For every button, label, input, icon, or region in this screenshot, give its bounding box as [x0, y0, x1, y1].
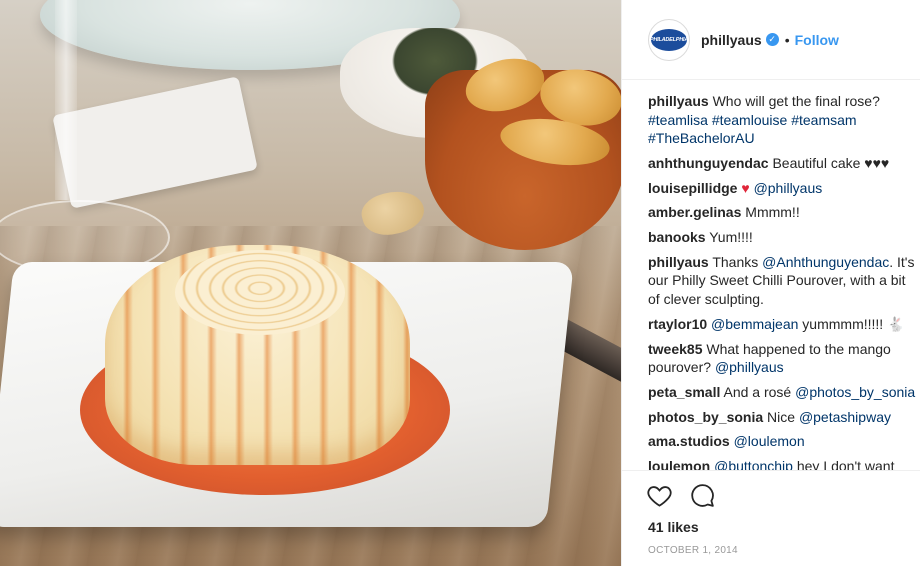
comment: louisepillidge ♥ @phillyaus [648, 179, 918, 198]
comment-mention[interactable]: @loulemon [734, 433, 805, 449]
comment-text: hey I don't want [792, 458, 895, 470]
comment: amber.gelinas Mmmm!! [648, 203, 918, 222]
comment-mention[interactable]: @phillyaus [715, 359, 784, 375]
comment-username[interactable]: peta_small [648, 384, 720, 400]
comment-username[interactable]: amber.gelinas [648, 204, 741, 220]
comment: phillyaus Who will get the final rose? #… [648, 92, 918, 148]
comment-mention[interactable]: @bemmajean [711, 316, 798, 332]
comment-mention[interactable]: @Anhthunguyendac [762, 254, 889, 270]
hashtag-link[interactable]: #teamsam [791, 112, 856, 128]
comment: peta_small And a rosé @photos_by_sonia [648, 383, 918, 402]
separator-dot: • [784, 31, 790, 48]
comment: photos_by_sonia Nice @petashipway [648, 408, 918, 427]
post-header: PHILADELPHIA phillyaus ✓ • Follow [622, 0, 920, 80]
comment: phillyaus Thanks @Anhthunguyendac. It's … [648, 253, 918, 309]
comment-username[interactable]: anhthunguyendac [648, 155, 769, 171]
comment: loulemon @buttonchip hey I don't want [648, 457, 918, 470]
action-bar [646, 482, 716, 509]
comment-mention[interactable]: @phillyaus [754, 180, 823, 196]
heart-emoji-icon: ♥ [741, 179, 750, 196]
napkin [52, 76, 258, 209]
like-heart-icon[interactable] [646, 482, 673, 509]
comment: ama.studios @loulemon [648, 432, 918, 451]
hashtag-link[interactable]: #teamlisa [648, 112, 708, 128]
comment-text: And a rosé [723, 383, 792, 400]
comment-username[interactable]: loulemon [648, 458, 710, 470]
comment-mention[interactable]: @buttonchip [714, 458, 793, 470]
wine-glass-stem [55, 0, 77, 200]
comment-text: Mmmm!! [745, 204, 800, 221]
hashtag-link[interactable]: #teamlouise [712, 112, 788, 128]
verified-badge-icon: ✓ [765, 33, 779, 46]
comments-list[interactable]: phillyaus Who will get the final rose? #… [648, 92, 918, 470]
avatar[interactable]: PHILADELPHIA [648, 18, 690, 61]
likes-count[interactable]: 41 likes [648, 519, 699, 535]
comment: tweek85 What happened to the mango pouro… [648, 340, 918, 377]
comment: banooks Yum!!!! [648, 228, 918, 247]
comment-mention[interactable]: @petashipway [799, 409, 891, 425]
comment-text: Nice [767, 408, 796, 425]
comment: rtaylor10 @bemmajean yummmm!!!!! 🐇 [648, 315, 918, 334]
post-footer: 41 likes OCTOBER 1, 2014 [622, 470, 920, 566]
comment-username[interactable]: tweek85 [648, 341, 702, 357]
comment-mention[interactable]: @photos_by_sonia [795, 384, 915, 400]
comment-text: yummmm!!!!! 🐇 [798, 315, 905, 332]
comment: anhthunguyendac Beautiful cake ♥♥♥ [648, 154, 918, 173]
hashtag-link[interactable]: #TheBachelorAU [648, 130, 755, 146]
comment-text: Beautiful cake ♥♥♥ [772, 154, 890, 171]
comment-username[interactable]: ama.studios [648, 433, 730, 449]
post-date: OCTOBER 1, 2014 [648, 545, 738, 556]
comment-username[interactable]: louisepillidge [648, 180, 737, 196]
comment-username[interactable]: rtaylor10 [648, 316, 707, 332]
comment-username[interactable]: phillyaus [648, 254, 709, 270]
post-sidebar: PHILADELPHIA phillyaus ✓ • Follow philly… [621, 0, 920, 566]
follow-button[interactable]: Follow [795, 32, 839, 48]
comment-bubble-icon[interactable] [689, 482, 716, 509]
comment-text: Thanks [712, 253, 759, 270]
comment-text: Yum!!!! [709, 229, 753, 246]
comment-username[interactable]: photos_by_sonia [648, 409, 763, 425]
rose-top [175, 250, 345, 335]
comment-username[interactable]: phillyaus [648, 93, 709, 109]
header-username[interactable]: phillyaus [701, 32, 762, 48]
post-photo[interactable] [0, 0, 621, 566]
philadelphia-logo: PHILADELPHIA [650, 28, 688, 51]
comment-username[interactable]: banooks [648, 229, 706, 245]
